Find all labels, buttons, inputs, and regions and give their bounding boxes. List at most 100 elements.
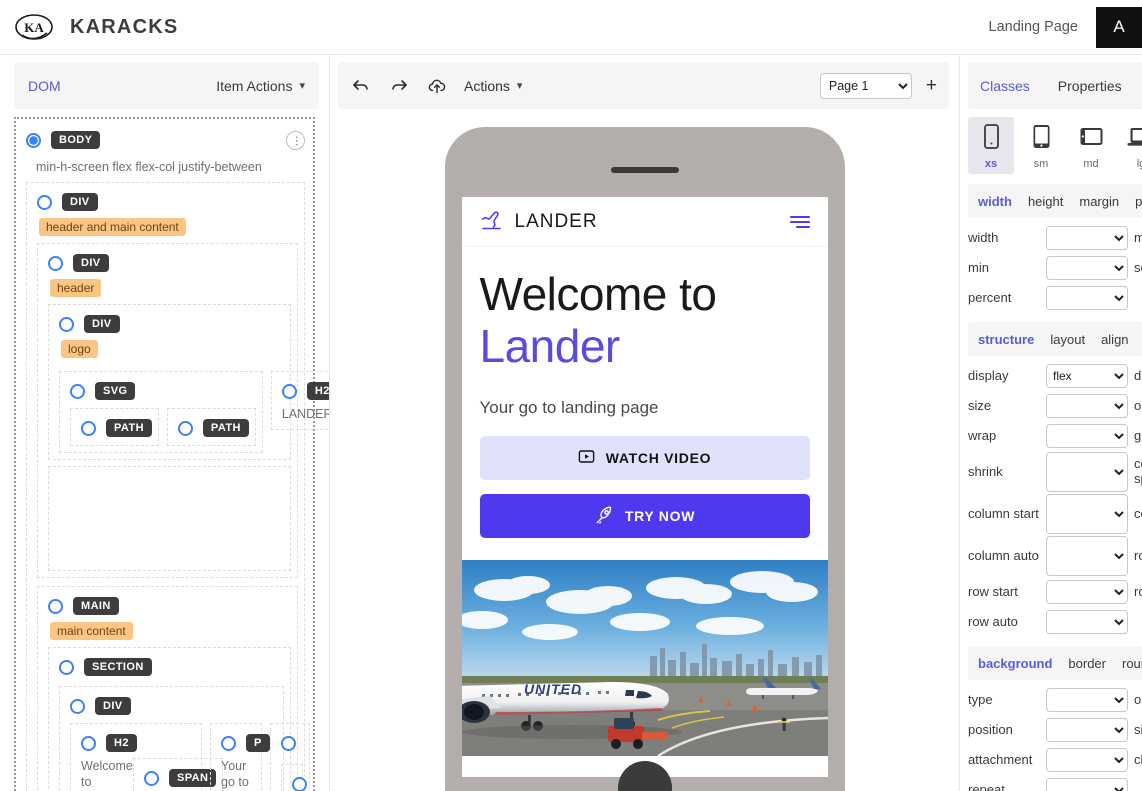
property-label: display: [968, 367, 1009, 383]
breakpoint-lg[interactable]: lg: [1118, 117, 1142, 174]
section-tab-height[interactable]: height: [1028, 194, 1063, 209]
node-select-radio[interactable]: [59, 316, 74, 332]
tree-node-svg[interactable]: SVG PATH PATH: [59, 371, 263, 453]
section-tab-border[interactable]: border: [1068, 656, 1106, 671]
property-grid-background: type opacity position size attachment cl…: [960, 680, 1142, 791]
property-select-bg-position[interactable]: [1046, 718, 1128, 742]
property-select-width[interactable]: [1046, 226, 1128, 250]
preview-hero: Welcome to Lander Your go to landing pag…: [462, 247, 828, 539]
dom-tree[interactable]: BODY ⋯ min-h-screen flex flex-col justif…: [0, 109, 329, 791]
node-tag: H2: [306, 382, 329, 400]
add-page-button[interactable]: +: [926, 76, 937, 95]
tree-node-div-hero[interactable]: DIV H2 Welcome to SPAN P Your go to: [59, 686, 310, 791]
redo-arrow-icon[interactable]: [388, 75, 410, 97]
tree-node-clipped[interactable]: [270, 723, 310, 791]
node-select-radio[interactable]: [48, 255, 63, 271]
tree-node-body[interactable]: BODY ⋯ min-h-screen flex flex-col justif…: [14, 117, 329, 791]
preview-hero-subtitle: Your go to landing page: [479, 398, 659, 418]
node-select-radio[interactable]: [81, 420, 96, 436]
section-tabs-background: background border round: [968, 646, 1142, 680]
section-tab-align[interactable]: align: [1101, 332, 1128, 347]
tab-dom[interactable]: DOM: [28, 78, 61, 94]
brand[interactable]: KA KARACKS: [14, 12, 178, 42]
property-select-min[interactable]: [1046, 256, 1128, 280]
page-select[interactable]: Page 1: [819, 72, 912, 99]
section-tab-width[interactable]: width: [978, 194, 1012, 209]
watch-video-button[interactable]: WATCH VIDEO: [479, 436, 810, 481]
property-select-bg-attachment[interactable]: [1046, 748, 1128, 772]
node-select-radio[interactable]: [281, 383, 297, 399]
property-label: row auto: [968, 613, 1018, 629]
section-tab-margin[interactable]: margin: [1079, 194, 1119, 209]
project-name-label[interactable]: Landing Page: [989, 19, 1097, 35]
node-tag: PATH: [106, 419, 152, 437]
property-select-percent[interactable]: [1046, 286, 1128, 310]
node-select-radio[interactable]: [221, 735, 236, 751]
property-select-column-start[interactable]: [1046, 494, 1128, 534]
property-select-row-start[interactable]: [1046, 580, 1128, 604]
style-panel: Classes Properties xs sm md l width heig…: [960, 55, 1142, 791]
undo-arrow-icon[interactable]: [350, 75, 372, 97]
preview-logo[interactable]: LANDER: [480, 208, 598, 235]
section-tab-round[interactable]: round: [1122, 656, 1142, 671]
breakpoint-xs[interactable]: xs: [968, 117, 1014, 174]
node-select-radio[interactable]: [70, 383, 85, 399]
node-select-radio[interactable]: [70, 698, 85, 714]
tab-properties[interactable]: Properties: [1058, 78, 1122, 94]
property-row: width max: [968, 224, 1142, 252]
tab-classes[interactable]: Classes: [980, 78, 1030, 94]
node-select-radio[interactable]: [292, 776, 307, 791]
tree-node-div-header[interactable]: DIV header DIV logo SVG PATH PATH H2 LAN…: [37, 243, 329, 578]
property-select-wrap[interactable]: [1046, 424, 1128, 448]
tree-node-main[interactable]: MAIN main content SECTION DIV H2 Welcome…: [37, 586, 310, 791]
vertical-dots-icon[interactable]: ⋯: [286, 130, 305, 150]
property-select-bg-repeat[interactable]: [1046, 778, 1128, 791]
try-now-button[interactable]: TRY NOW: [479, 494, 810, 539]
property-select-column-auto[interactable]: [1046, 536, 1128, 576]
node-select-radio[interactable]: [37, 194, 52, 210]
property-select-row-auto[interactable]: [1046, 610, 1128, 634]
node-tag: DIV: [95, 697, 131, 715]
preview-hero-title-line2: Lander: [479, 319, 621, 372]
brand-name: KARACKS: [70, 15, 179, 38]
tree-node-div-logo[interactable]: DIV logo SVG PATH PATH H2 LANDER: [48, 304, 329, 460]
tree-node-div-header-main[interactable]: DIV header and main content DIV header D…: [26, 182, 329, 791]
tree-node-h2-welcome[interactable]: H2 Welcome to SPAN: [70, 723, 224, 791]
node-select-radio[interactable]: [281, 735, 296, 751]
node-select-radio[interactable]: [144, 770, 159, 786]
section-tab-background[interactable]: background: [978, 656, 1052, 671]
cloud-upload-icon[interactable]: [426, 75, 448, 97]
actions-menu[interactable]: Actions ▾: [464, 78, 522, 94]
tree-node-p-subtitle[interactable]: P Your go to landing page: [210, 723, 270, 791]
property-label: percent: [968, 289, 1012, 305]
property-select-display[interactable]: flex: [1046, 364, 1128, 388]
preview-logo-text: LANDER: [514, 210, 598, 232]
property-select-bg-type[interactable]: [1046, 688, 1128, 712]
canvas-area[interactable]: LANDER Welcome to Lander Your go to land…: [330, 109, 959, 791]
property-select-size[interactable]: [1046, 394, 1128, 418]
account-button[interactable]: A: [1096, 6, 1142, 48]
node-text: Welcome to: [81, 759, 133, 789]
property-select-shrink[interactable]: [1046, 452, 1128, 492]
node-select-radio-body[interactable]: [26, 132, 41, 148]
node-label: header: [50, 279, 102, 297]
section-tabs-size: width height margin padding: [968, 184, 1142, 218]
tree-node-path-1[interactable]: PATH: [70, 408, 159, 446]
node-select-radio[interactable]: [48, 598, 63, 614]
breakpoint-sm[interactable]: sm: [1018, 117, 1064, 174]
item-actions-menu[interactable]: Item Actions ▾: [216, 78, 305, 94]
tree-node-h2-lander[interactable]: H2 LANDER: [270, 371, 329, 430]
section-tab-padding[interactable]: padding: [1135, 194, 1142, 209]
preview-screen[interactable]: LANDER Welcome to Lander Your go to land…: [461, 197, 828, 777]
hamburger-menu-icon[interactable]: [789, 215, 810, 228]
tree-node-path-2[interactable]: PATH: [166, 408, 256, 446]
breakpoint-md[interactable]: md: [1068, 117, 1114, 174]
section-tab-layout[interactable]: layout: [1050, 332, 1085, 347]
section-tab-structure[interactable]: structure: [978, 332, 1034, 347]
node-select-radio[interactable]: [177, 420, 193, 436]
node-select-radio[interactable]: [81, 735, 96, 751]
section-tabs-structure: structure layout align list: [968, 322, 1142, 356]
node-select-radio[interactable]: [59, 659, 74, 675]
chevron-down-icon: ▾: [299, 80, 305, 92]
tree-node-section[interactable]: SECTION DIV H2 Welcome to SPAN P Your go…: [48, 647, 310, 791]
